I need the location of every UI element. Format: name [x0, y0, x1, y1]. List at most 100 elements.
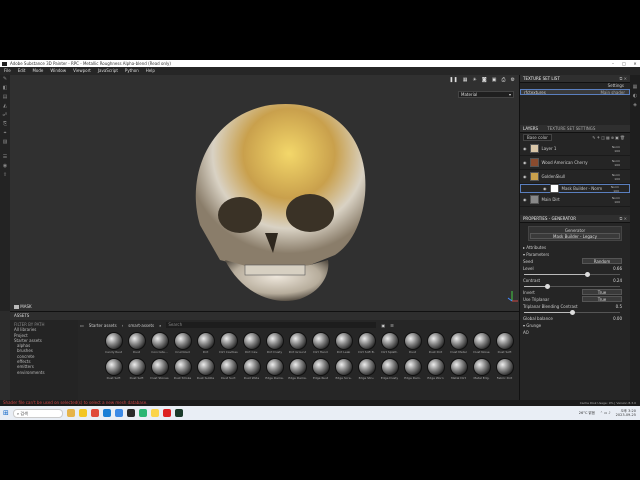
menu-window[interactable]: Window [50, 67, 66, 75]
layer-blend-opacity[interactable]: Norm 100 [600, 159, 620, 167]
asset-thumbnail[interactable]: Dust Metal [447, 332, 470, 354]
menu-mode[interactable]: Mode [32, 67, 43, 75]
asset-thumbnail[interactable]: Concrete... [148, 332, 171, 354]
texture-set-item[interactable]: rfctextures Main shader [520, 89, 630, 95]
edge-icon[interactable] [102, 409, 111, 417]
tray-icons[interactable]: ⌃ ▭ ♪ [600, 411, 611, 415]
asset-thumbnail[interactable]: Dust Stroke [171, 358, 194, 380]
tab-texture-set-settings[interactable]: TEXTURE SET SETTINGS [547, 126, 595, 131]
layer-blend-opacity[interactable]: Norm 100 [600, 145, 620, 153]
seed-random-button[interactable]: Random [582, 258, 622, 264]
generator-picker[interactable]: Generator Mask Builder - Legacy [528, 226, 622, 241]
invert-toggle[interactable]: True [582, 289, 622, 295]
substance-painter-icon[interactable] [174, 409, 183, 417]
layer-row[interactable]: ◉ Mask Builder - Norm Norm 100 [520, 184, 630, 193]
close-button[interactable]: ✕ [630, 60, 640, 67]
taskbar-app-icon[interactable] [66, 409, 75, 417]
layer-row[interactable]: ◉ Main Dirt Norm 100 [520, 193, 630, 207]
brush-icon[interactable]: ✎ [0, 75, 10, 84]
asset-thumbnail[interactable]: Dust Surf. [217, 358, 240, 380]
visibility-eye-icon[interactable]: ◉ [543, 186, 547, 191]
asset-thumbnail[interactable]: Edge Rust [309, 358, 332, 380]
view-icon[interactable]: ☰ [390, 323, 394, 328]
layers-icon[interactable]: ☰ [0, 153, 10, 162]
asset-thumbnail[interactable]: Dust Soft [102, 358, 125, 380]
layer-row[interactable]: ◉ Wood American Cherry Norm 100 [520, 156, 630, 170]
breadcrumb-root[interactable]: Starter assets [89, 323, 117, 328]
visibility-eye-icon[interactable]: ◉ [523, 146, 527, 151]
asset-thumbnail[interactable]: Dust Soft [493, 332, 516, 354]
asset-thumbnail[interactable]: Dirt Cav. [240, 332, 263, 354]
mail-icon[interactable] [114, 409, 123, 417]
layer-blend-opacity[interactable]: Norm 100 [600, 196, 620, 204]
export-icon[interactable]: ⇪ [0, 171, 10, 180]
kakaotalk-icon[interactable] [150, 409, 159, 417]
asset-thumbnail[interactable]: Metal Dirt [447, 358, 470, 380]
asset-search-input[interactable]: Search [166, 322, 377, 328]
clone-icon[interactable]: ⎘ [0, 120, 10, 129]
menu-javascript[interactable]: JavaScript [98, 67, 118, 75]
breadcrumb-current[interactable]: smart-assets [128, 323, 154, 328]
asset-thumbnail[interactable]: Edge Stru. [355, 358, 378, 380]
menu-edit[interactable]: Edit [18, 67, 26, 75]
asset-thumbnail[interactable]: Edge Dusty [378, 358, 401, 380]
clock[interactable]: 오후 3:20 2023-09-25 [616, 409, 636, 418]
menu-help[interactable]: Help [146, 67, 155, 75]
asset-thumbnail[interactable]: Dirt Leak [332, 332, 355, 354]
substance-designer-icon[interactable] [162, 409, 171, 417]
asset-thumbnail[interactable]: Dust Stones [148, 358, 171, 380]
asset-thumbnail[interactable]: Dirt Cavities [217, 332, 240, 354]
geometry-icon[interactable]: ◭ [0, 102, 10, 111]
layer-blend-opacity[interactable]: Norm 100 [600, 173, 620, 181]
filter-icon[interactable]: ▣ [381, 323, 385, 328]
asset-thumbnail[interactable]: Edge Dama. [263, 358, 286, 380]
layer-blend-opacity[interactable]: Norm 100 [599, 185, 619, 193]
channel-select[interactable]: Base color [523, 134, 552, 141]
fill-icon[interactable]: ▨ [0, 138, 10, 147]
asset-thumbnail[interactable]: Dust Soft [125, 358, 148, 380]
minimize-button[interactable]: – [608, 60, 618, 67]
asset-thumbnail[interactable]: Dust Wide [240, 358, 263, 380]
display-settings-icon[interactable]: ◐ [630, 92, 640, 101]
3d-viewport[interactable]: ❚❚ ▦ ☀ ◙ ▣ ⎙ ⚙ Material ▾ MASK [10, 75, 519, 311]
visibility-eye-icon[interactable]: ◉ [523, 174, 527, 179]
visibility-eye-icon[interactable]: ◉ [523, 197, 527, 202]
asset-thumbnail[interactable]: Dirt Splatt. [378, 332, 401, 354]
asset-thumbnail[interactable]: Candy Rust [102, 332, 125, 354]
asset-thumbnail[interactable]: Metal Edg. [470, 358, 493, 380]
asset-thumbnail[interactable]: Edge Dama. [286, 358, 309, 380]
asset-thumbnail[interactable]: Dust [401, 332, 424, 354]
attributes-section[interactable]: ▸ Attributes [520, 244, 630, 251]
asset-thumbnail[interactable]: Dust [125, 332, 148, 354]
folder-icon[interactable]: ▭ [80, 323, 84, 328]
triplanar-toggle[interactable]: True [582, 296, 622, 302]
store-icon[interactable] [138, 409, 147, 417]
terminal-icon[interactable] [126, 409, 135, 417]
grunge-section[interactable]: ▾ Grunge [520, 322, 630, 329]
eraser-icon[interactable]: ◧ [0, 84, 10, 93]
asset-thumbnail[interactable]: Dust Dirt [424, 332, 447, 354]
weather-status[interactable]: 26°C 맑음 [579, 411, 595, 416]
picker-icon[interactable]: ⌖ [0, 129, 10, 138]
parameters-section[interactable]: ▾ Parameters [520, 251, 630, 258]
asset-thumbnail[interactable]: Edge Scra. [332, 358, 355, 380]
chrome-icon[interactable] [90, 409, 99, 417]
projection-icon[interactable]: ▤ [0, 93, 10, 102]
asset-thumbnail[interactable]: Dirt Ground [286, 332, 309, 354]
bake-icon[interactable]: ◉ [0, 162, 10, 171]
layer-row[interactable]: ◉ GoldenSkull Norm 100 [520, 170, 630, 184]
visibility-eye-icon[interactable]: ◉ [523, 160, 527, 165]
asset-thumbnail[interactable]: Dirt Hand [309, 332, 332, 354]
smudge-icon[interactable]: ☍ [0, 111, 10, 120]
asset-thumbnail[interactable]: Dirt Soft B. [355, 332, 378, 354]
shader-settings-icon[interactable]: ◈ [630, 101, 640, 110]
panel-menu-icon[interactable]: ⧉ ✕ [620, 75, 627, 83]
asset-thumbnail[interactable]: Dirt Dusty [263, 332, 286, 354]
tree-item[interactable]: environments [14, 370, 74, 375]
asset-thumbnail[interactable]: Dust Noise [470, 332, 493, 354]
windows-start-icon[interactable]: ⊞ [3, 409, 9, 417]
asset-thumbnail[interactable]: Edge Worn [424, 358, 447, 380]
asset-thumbnail[interactable]: Crumbled [171, 332, 194, 354]
panel-menu-icon[interactable]: ⧉ ✕ [620, 215, 627, 223]
asset-thumbnail[interactable]: Dust Subtle [194, 358, 217, 380]
